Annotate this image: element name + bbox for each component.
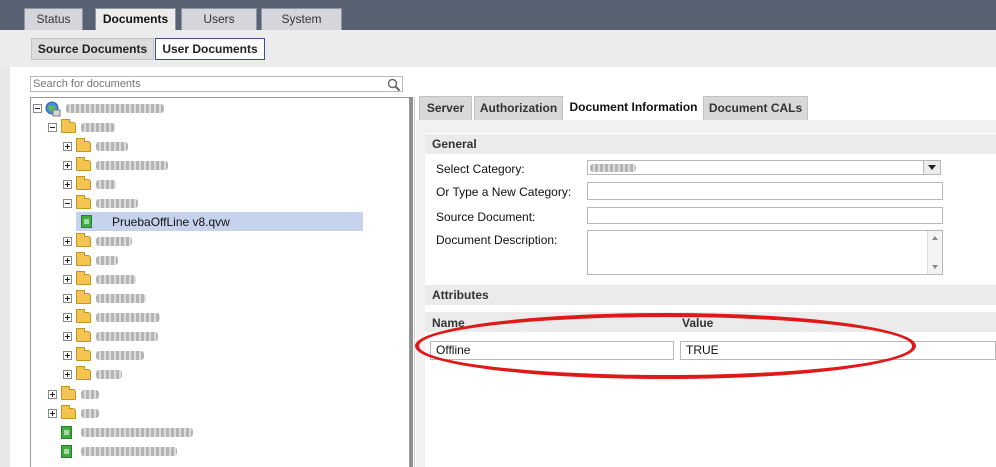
scroll-down-icon[interactable] (932, 265, 938, 269)
document-description-label: Document Description: (436, 233, 558, 247)
folder-icon (76, 290, 91, 304)
tree-folder[interactable] (63, 366, 183, 384)
attribute-name-cell[interactable]: Offline (430, 341, 674, 360)
collapse-icon[interactable] (48, 123, 57, 132)
server-globe-icon (45, 101, 61, 117)
select-category-label: Select Category: (436, 162, 525, 176)
tab-source-documents[interactable]: Source Documents (31, 38, 154, 60)
expand-icon[interactable] (63, 370, 72, 379)
name-column-header: Name (432, 316, 465, 330)
tree-folder[interactable] (48, 119, 168, 137)
document-description-textarea[interactable] (587, 230, 943, 275)
tab-users[interactable]: Users (181, 8, 257, 30)
source-document-input[interactable] (587, 207, 943, 224)
search-icon[interactable] (387, 78, 401, 92)
tree-folder[interactable] (48, 405, 168, 423)
folder-icon (61, 405, 76, 419)
general-section-heading: General (425, 134, 996, 154)
qvw-document-icon (61, 445, 72, 458)
expand-icon[interactable] (63, 142, 72, 151)
expand-icon[interactable] (63, 313, 72, 322)
chevron-down-icon[interactable] (923, 161, 940, 174)
tab-user-documents[interactable]: User Documents (155, 38, 265, 60)
expand-icon[interactable] (48, 409, 57, 418)
expand-icon[interactable] (63, 332, 72, 341)
folder-icon (76, 347, 91, 361)
tab-system[interactable]: System (261, 8, 342, 30)
tree-document[interactable] (48, 443, 218, 461)
tree-folder[interactable] (48, 386, 168, 404)
tree-folder[interactable] (63, 157, 203, 175)
attributes-section-heading: Attributes (425, 285, 996, 305)
folder-icon (76, 309, 91, 323)
tree-folder[interactable] (63, 309, 203, 327)
tree-folder[interactable] (63, 176, 183, 194)
folder-icon (76, 328, 91, 342)
tree-folder[interactable] (63, 195, 183, 213)
folder-icon (61, 119, 76, 133)
folder-icon (76, 195, 91, 209)
tab-server[interactable]: Server (419, 96, 472, 120)
folder-icon (76, 157, 91, 171)
panel-splitter[interactable] (410, 97, 413, 467)
tree-folder[interactable] (63, 271, 183, 289)
expand-icon[interactable] (63, 294, 72, 303)
expand-icon[interactable] (63, 237, 72, 246)
tree-folder[interactable] (63, 252, 183, 270)
tree-document[interactable] (48, 424, 218, 442)
new-category-label: Or Type a New Category: (436, 185, 572, 199)
folder-icon (76, 271, 91, 285)
tree-folder[interactable] (63, 290, 183, 308)
tree-node-server[interactable] (33, 100, 213, 118)
tree-folder[interactable] (63, 347, 203, 365)
tree-document-label[interactable]: PruebaOffLine v8.qvw (112, 215, 230, 229)
value-column-header: Value (682, 316, 714, 330)
folder-icon (76, 138, 91, 152)
search-input[interactable] (30, 76, 403, 92)
scroll-up-icon[interactable] (932, 236, 938, 240)
folder-icon (76, 176, 91, 190)
qvw-document-icon (61, 426, 72, 439)
expand-icon[interactable] (48, 390, 57, 399)
tab-authorization[interactable]: Authorization (474, 96, 563, 120)
folder-icon (76, 366, 91, 380)
folder-icon (76, 252, 91, 266)
tab-documents[interactable]: Documents (95, 8, 176, 31)
tree-folder[interactable] (63, 138, 183, 156)
collapse-icon[interactable] (63, 199, 72, 208)
source-document-label: Source Document: (436, 210, 536, 224)
expand-icon[interactable] (63, 180, 72, 189)
category-select[interactable] (587, 160, 941, 175)
collapse-icon[interactable] (33, 104, 42, 113)
tree-folder[interactable] (63, 233, 183, 251)
expand-icon[interactable] (63, 275, 72, 284)
attribute-value-cell[interactable]: TRUE (680, 341, 996, 360)
expand-icon[interactable] (63, 161, 72, 170)
folder-icon (76, 233, 91, 247)
expand-icon[interactable] (63, 256, 72, 265)
tree-folder[interactable] (63, 328, 203, 346)
expand-icon[interactable] (63, 351, 72, 360)
textarea-scrollbar[interactable] (927, 231, 942, 274)
qvw-document-icon (81, 215, 92, 228)
new-category-input[interactable] (587, 182, 943, 200)
tab-status[interactable]: Status (24, 8, 83, 30)
splitter-edge (414, 97, 415, 467)
tab-document-information[interactable]: Document Information (566, 96, 701, 120)
tab-document-cals[interactable]: Document CALs (703, 96, 808, 120)
folder-icon (61, 386, 76, 400)
